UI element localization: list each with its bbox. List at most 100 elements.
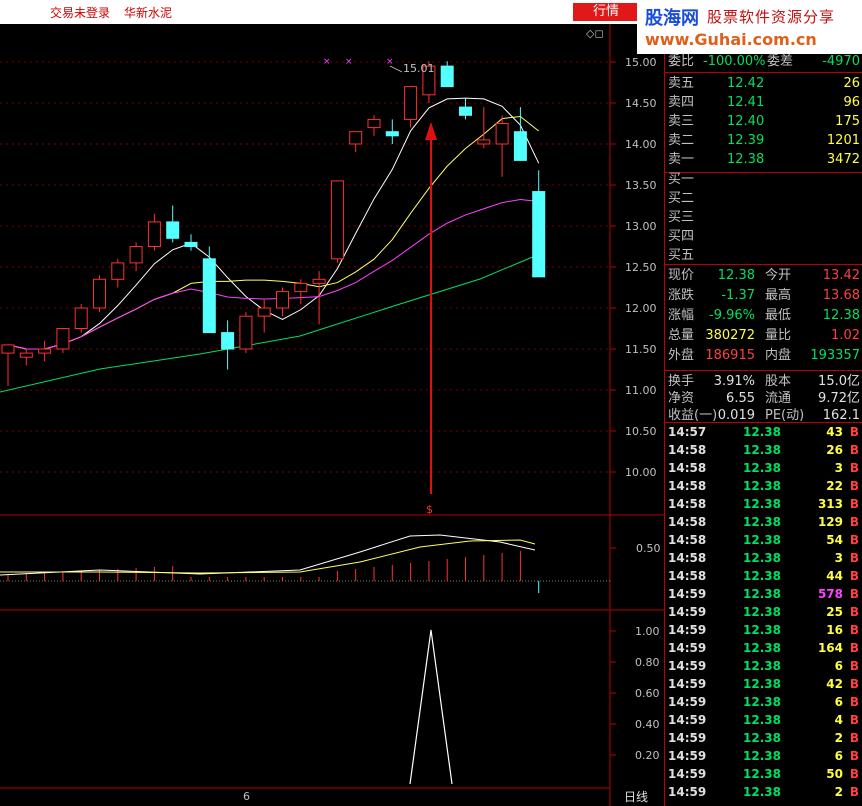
ask-row[interactable]: 卖五 12.42 26 <box>665 74 862 94</box>
stat-label: 内盘 <box>765 348 792 363</box>
tick-price: 12.38 <box>743 713 781 727</box>
tick-row[interactable]: 14:58 12.38 26 B <box>665 441 862 459</box>
ask-row[interactable]: 卖四 12.41 96 <box>665 93 862 113</box>
ask-label: 卖二 <box>668 133 695 148</box>
tick-row[interactable]: 14:58 12.38 44 B <box>665 567 862 585</box>
tick-time: 14:58 <box>668 551 707 565</box>
tick-side: B <box>849 623 859 637</box>
tick-row[interactable]: 14:57 12.38 43 B <box>665 423 862 441</box>
tick-row[interactable]: 14:58 12.38 313 B <box>665 495 862 513</box>
stat-value: 1.02 <box>831 328 860 343</box>
quote-tab-button[interactable]: 行情 <box>573 3 639 21</box>
bid-row[interactable]: 买四 <box>665 227 862 247</box>
ask-price: 12.40 <box>727 114 765 129</box>
candle <box>477 107 491 149</box>
stat-value: 12.38 <box>717 268 755 283</box>
tick-row[interactable]: 14:58 12.38 22 B <box>665 477 862 495</box>
tick-row[interactable]: 14:59 12.38 6 B <box>665 693 862 711</box>
tick-price: 12.38 <box>743 569 781 583</box>
tick-row[interactable]: 14:58 12.38 3 B <box>665 459 862 477</box>
site-banner: 股海网 股票软件资源分享 www.Guhai.com.cn <box>637 0 862 54</box>
ask-row[interactable]: 卖一 12.38 3472 <box>665 150 862 170</box>
stat-label: 外盘 <box>668 348 695 363</box>
ask-price: 12.41 <box>727 95 765 110</box>
ask-label: 卖一 <box>668 152 695 167</box>
tick-side: B <box>849 515 859 529</box>
tick-row[interactable]: 14:58 12.38 3 B <box>665 549 862 567</box>
period-label[interactable]: 日线 <box>624 790 648 804</box>
tick-row[interactable]: 14:59 12.38 6 B <box>665 747 862 765</box>
tick-volume: 44 <box>826 569 843 583</box>
bid-label: 买三 <box>668 210 695 225</box>
candle <box>257 299 271 333</box>
bid-label: 买四 <box>668 229 695 244</box>
candle <box>276 287 289 317</box>
stat-label: 涨幅 <box>668 308 695 323</box>
login-status[interactable]: 交易未登录 <box>50 4 110 21</box>
stat-row: 现价 12.38 今开 13.42 <box>665 266 862 286</box>
bid-row[interactable]: 买五 <box>665 246 862 266</box>
tick-row[interactable]: 14:58 12.38 54 B <box>665 531 862 549</box>
bid-label: 买五 <box>668 248 695 263</box>
arrow-head-icon <box>425 122 437 140</box>
bid-row[interactable]: 买二 <box>665 189 862 209</box>
ask-price: 12.42 <box>727 76 765 91</box>
stat-label: 最低 <box>765 308 792 323</box>
candle <box>184 234 198 251</box>
tick-price: 12.38 <box>743 605 781 619</box>
stat-value: 13.42 <box>822 268 860 283</box>
ask-volume: 3472 <box>826 152 860 167</box>
candle <box>38 340 52 362</box>
ask-row[interactable]: 卖三 12.40 175 <box>665 112 862 132</box>
candle <box>330 180 344 263</box>
tick-time: 14:58 <box>668 569 707 583</box>
stat-label: 量比 <box>765 328 792 343</box>
tick-time: 14:57 <box>668 425 707 439</box>
tick-time: 14:59 <box>668 677 707 691</box>
price-axis-label: 10.50 <box>625 425 657 438</box>
tick-side: B <box>849 587 859 601</box>
tick-time: 14:59 <box>668 695 707 709</box>
ask-row[interactable]: 卖二 12.39 1201 <box>665 131 862 151</box>
candle <box>166 205 180 243</box>
tick-row[interactable]: 14:59 12.38 16 B <box>665 621 862 639</box>
kline-chart[interactable]: 15.00 14.50 14.00 13.50 13.00 12.50 12.00 11.50… <box>0 24 664 806</box>
candle <box>93 275 106 313</box>
ask-volume: 175 <box>835 114 860 129</box>
tick-volume: 22 <box>826 479 843 493</box>
indicator-line <box>409 629 453 785</box>
tick-row[interactable]: 14:59 12.38 42 B <box>665 675 862 693</box>
tick-time: 14:59 <box>668 767 707 781</box>
tick-row[interactable]: 14:59 12.38 2 B <box>665 783 862 801</box>
tick-row[interactable]: 14:59 12.38 2 B <box>665 729 862 747</box>
tick-time: 14:59 <box>668 713 707 727</box>
tick-row[interactable]: 14:59 12.38 6 B <box>665 657 862 675</box>
banner-slogan: 股票软件资源分享 <box>707 8 836 26</box>
tick-volume: 4 <box>834 713 843 727</box>
tick-side: B <box>849 605 859 619</box>
candle <box>294 279 308 304</box>
tick-side: B <box>849 785 859 799</box>
tick-row[interactable]: 14:59 12.38 25 B <box>665 603 862 621</box>
tick-price: 12.38 <box>743 497 781 511</box>
indicator-axis-label: 1.00 <box>635 625 660 638</box>
bid-row[interactable]: 买三 <box>665 208 862 228</box>
tick-time: 14:58 <box>668 443 707 457</box>
tick-time: 14:58 <box>668 479 707 493</box>
candle <box>1 344 15 386</box>
svg-text:×: × <box>323 57 331 67</box>
weibi-row: 委比 -100.00% 委差 -4970 <box>668 54 860 69</box>
tick-row[interactable]: 14:59 12.38 578 B <box>665 585 862 603</box>
candle <box>147 213 161 251</box>
tick-row[interactable]: 14:59 12.38 4 B <box>665 711 862 729</box>
ask-volume: 26 <box>843 76 860 91</box>
tick-price: 12.38 <box>743 515 781 529</box>
tick-row[interactable]: 14:59 12.38 50 B <box>665 765 862 783</box>
tick-time: 14:59 <box>668 587 707 601</box>
tick-row[interactable]: 14:59 12.38 164 B <box>665 639 862 657</box>
tick-volume: 50 <box>826 767 843 781</box>
tick-row[interactable]: 14:58 12.38 129 B <box>665 513 862 531</box>
bid-row[interactable]: 买一 <box>665 170 862 190</box>
stat-value: 12.38 <box>822 308 860 323</box>
price-axis-label: 13.50 <box>625 179 657 192</box>
